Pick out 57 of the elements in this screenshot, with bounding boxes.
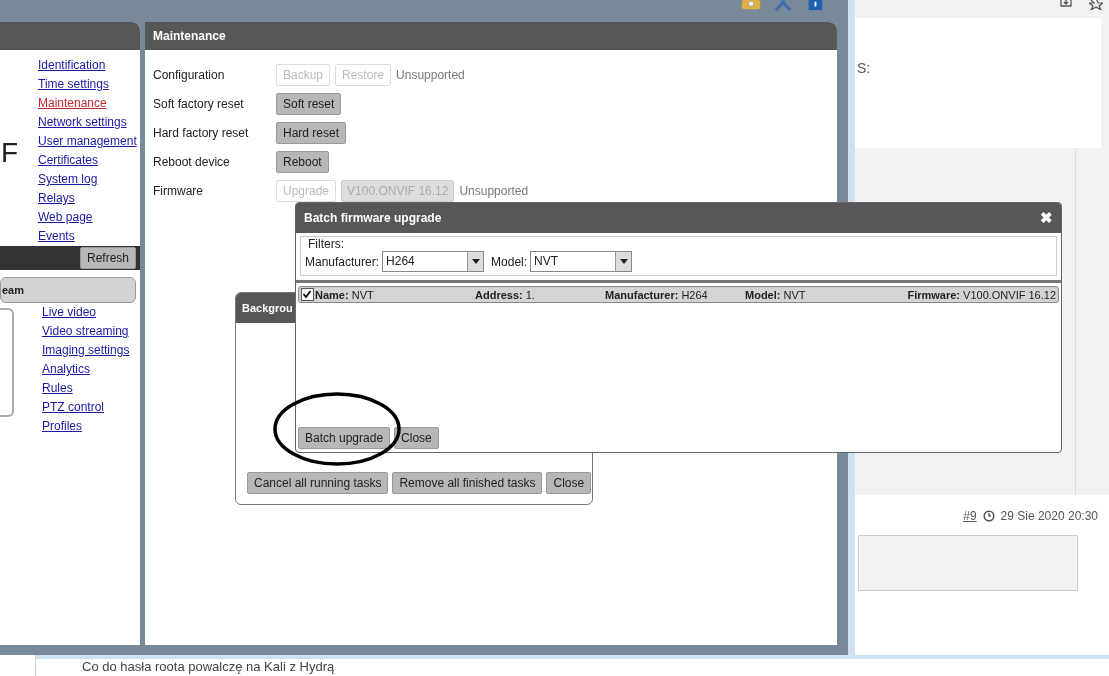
nav-link[interactable]: Certificates — [38, 151, 99, 170]
clock-icon — [982, 510, 995, 522]
nav-link[interactable]: Imaging settings — [42, 341, 130, 360]
section-tab[interactable]: eam — [0, 277, 136, 303]
dialog-button[interactable]: Close — [546, 472, 592, 494]
device-field: Model: NVT — [745, 288, 908, 301]
caret-icon — [471, 259, 480, 264]
nav-link[interactable]: Analytics — [42, 360, 91, 379]
dialog-button[interactable]: Batch upgrade — [298, 427, 391, 449]
checkbox[interactable] — [301, 288, 314, 301]
status-text: Unsupported — [396, 68, 465, 82]
nav-link[interactable]: Video streaming — [42, 322, 129, 341]
action-button[interactable]: Reboot — [276, 151, 329, 173]
device-field: Manufacturer: H264 — [605, 288, 745, 301]
nav-link[interactable]: Network settings — [38, 113, 127, 132]
nav-link[interactable]: Events — [38, 227, 75, 246]
status-text: Unsupported — [459, 184, 529, 198]
device-field: Firmware: V100.ONVIF 16.12 — [907, 288, 1056, 301]
field-label: Manufacturer: — [305, 254, 380, 269]
refresh-button[interactable]: Refresh — [79, 247, 136, 269]
nav-link[interactable]: Rules — [42, 379, 73, 398]
download-icon[interactable] — [1059, 0, 1073, 10]
dialog-title: Batch firmware upgrade — [304, 211, 442, 225]
post-date: 29 Sie 2020 20:30 — [1000, 509, 1098, 523]
group-legend: Filters: — [305, 237, 1052, 251]
dialog-button[interactable]: Remove all finished tasks — [392, 472, 543, 494]
action-button[interactable]: Hard reset — [276, 122, 347, 144]
nav-link[interactable]: Live video — [42, 303, 97, 322]
nav-link[interactable]: Time settings — [38, 75, 109, 94]
nav-link[interactable]: Web page — [38, 208, 93, 227]
dialog-button[interactable]: Close — [394, 427, 439, 449]
field-label: Model: — [491, 254, 528, 269]
nav-link[interactable]: System log — [38, 170, 98, 189]
device-row[interactable]: Name: NVT Address: 1. Manufacturer: H264 Model: NVT Firmware: V100.ONVIF 16.12 — [298, 286, 1059, 303]
setting-label: Hard factory reset — [153, 126, 250, 140]
nav-link[interactable]: Relays — [38, 189, 75, 208]
dialog-button[interactable]: Cancel all running tasks — [247, 472, 389, 494]
nav-link[interactable]: Profiles — [42, 417, 82, 436]
logo-text: F — [0, 136, 20, 170]
setting-label: Soft factory reset — [153, 97, 245, 111]
setting-label: Configuration — [153, 68, 226, 82]
nav-link[interactable]: PTZ control — [42, 398, 104, 417]
nav-link[interactable]: Identification — [38, 56, 106, 75]
action-button[interactable]: Soft reset — [276, 93, 342, 115]
nav-link[interactable]: Maintenance — [38, 94, 107, 113]
cut-text: S: — [857, 60, 871, 76]
post-text: Co do hasła roota powalczę na Kali z Hydrą — [82, 659, 335, 674]
setting-label: Firmware — [153, 184, 204, 198]
setting-label: Reboot device — [153, 155, 231, 169]
post-link[interactable]: #9 — [963, 509, 977, 523]
close-button[interactable]: ✖ — [1040, 209, 1053, 227]
manufacturer-dropdown[interactable]: H264 — [382, 251, 485, 272]
nav-link[interactable]: User management — [38, 132, 137, 151]
model-dropdown[interactable]: NVT — [530, 251, 633, 272]
panel-title: Maintenance — [145, 22, 837, 50]
toolbox-icon[interactable] — [740, 0, 762, 11]
caret-icon — [619, 259, 628, 264]
